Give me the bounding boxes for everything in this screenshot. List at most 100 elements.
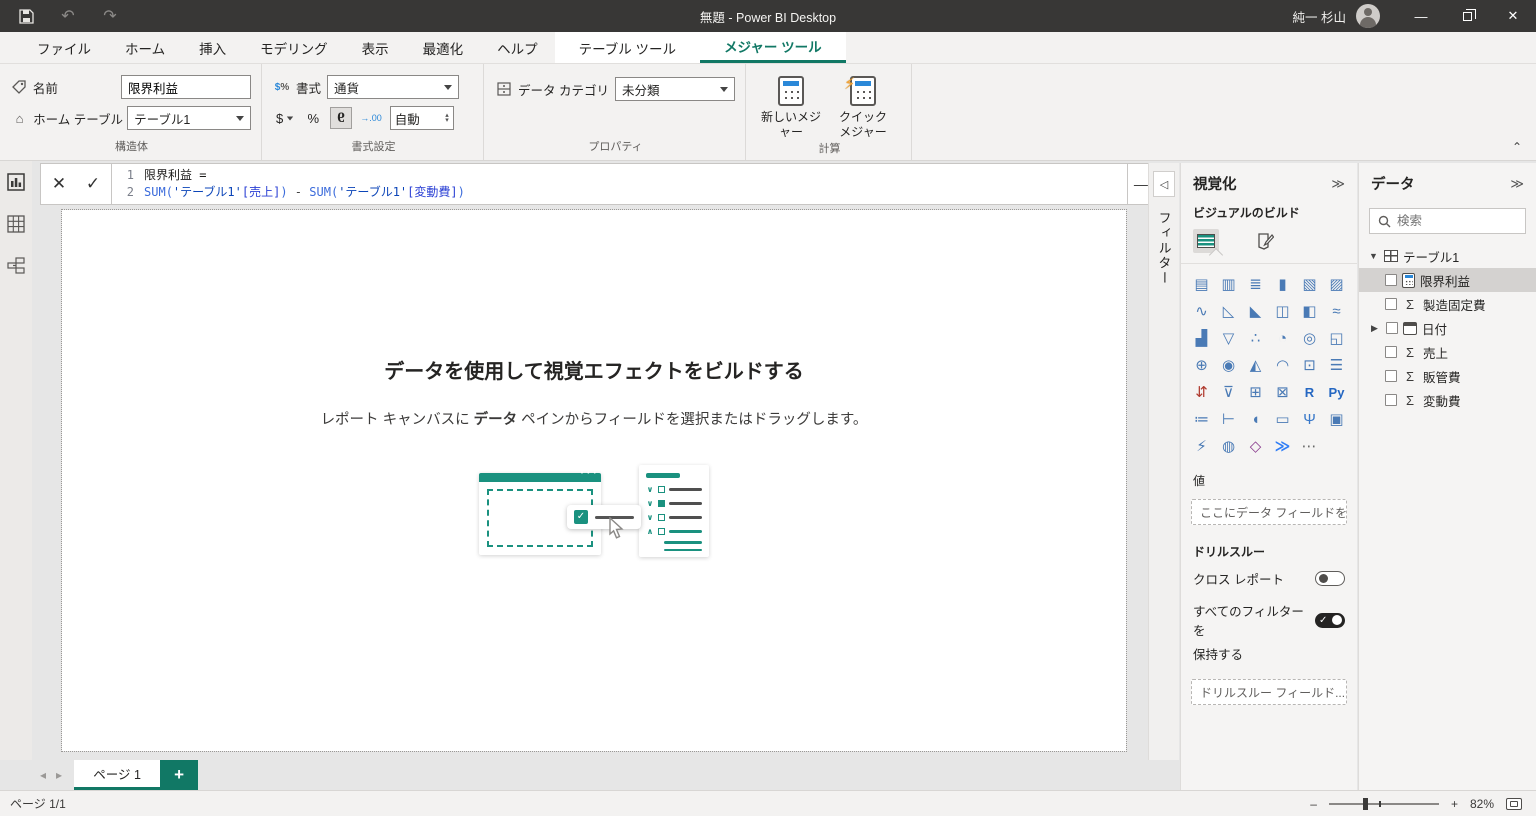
build-visual-tab[interactable] xyxy=(1193,229,1219,253)
search-input[interactable] xyxy=(1397,214,1517,228)
viz-icon-stacked-area-chart[interactable]: ◣ xyxy=(1243,299,1268,323)
viz-icon-paginated-report[interactable]: ▣ xyxy=(1324,407,1349,431)
filters-pane-label[interactable]: フィルター xyxy=(1155,211,1174,286)
viz-icon-smart-narrative[interactable]: ▭ xyxy=(1270,407,1295,431)
viz-icon-power-automate-visual[interactable]: ≫ xyxy=(1270,434,1295,458)
field-row-hizuke[interactable]: ▶ 日付 xyxy=(1359,316,1536,340)
percent-format-button[interactable]: % xyxy=(302,107,324,129)
save-icon[interactable] xyxy=(12,4,40,28)
table-node[interactable]: ▼ テーブル1 xyxy=(1359,244,1536,268)
viz-icon-stacked-column-chart[interactable]: ▥ xyxy=(1216,272,1241,296)
restore-button[interactable] xyxy=(1444,0,1490,32)
viz-icon-100-stacked-column-chart[interactable]: ▨ xyxy=(1324,272,1349,296)
tab-help[interactable]: ヘルプ xyxy=(480,32,555,63)
zoom-out-button[interactable]: – xyxy=(1310,797,1317,811)
spinner-arrows-icon[interactable]: ▴▾ xyxy=(445,113,449,123)
data-category-select[interactable]: 未分類 xyxy=(615,77,735,101)
viz-icon-funnel-chart[interactable]: ▽ xyxy=(1216,326,1241,350)
viz-icon-donut-chart[interactable]: ◎ xyxy=(1297,326,1322,350)
dax-editor[interactable]: 1 限界利益 = 2 SUM('テーブル1'[売上]) - SUM('テーブル1… xyxy=(112,163,1128,205)
viz-icon-line-clustered-column-chart[interactable]: ◧ xyxy=(1297,299,1322,323)
tab-measure-tools[interactable]: メジャー ツール xyxy=(700,32,846,63)
viz-icon-ribbon-chart[interactable]: ≈ xyxy=(1324,299,1349,323)
viz-icon-pie-chart[interactable]: ◔ xyxy=(1270,326,1295,350)
user-avatar[interactable] xyxy=(1356,4,1380,28)
tab-modeling[interactable]: モデリング xyxy=(243,32,345,63)
measure-name-input[interactable] xyxy=(121,75,251,99)
format-select[interactable]: 通貨 xyxy=(327,75,459,99)
viz-icon-card[interactable]: ⊡ xyxy=(1297,353,1322,377)
formula-bar-resize-icon[interactable]: — xyxy=(1134,176,1148,192)
viz-icon-map[interactable]: ⊕ xyxy=(1189,353,1214,377)
account-name[interactable]: 純一 杉山 xyxy=(1293,7,1346,26)
viz-icon-arcgis-map[interactable]: ◍ xyxy=(1216,434,1241,458)
field-row-genkairieki[interactable]: 限界利益 xyxy=(1359,268,1536,292)
viz-icon-matrix[interactable]: ⊠ xyxy=(1270,380,1295,404)
viz-icon-metrics[interactable]: Ψ xyxy=(1297,407,1322,431)
viz-icon-new-slicer[interactable]: ≔ xyxy=(1189,407,1214,431)
viz-icon-waterfall-chart[interactable]: ▟ xyxy=(1189,326,1214,350)
close-button[interactable]: ✕ xyxy=(1490,0,1536,32)
tab-optimize[interactable]: 最適化 xyxy=(406,32,481,63)
zoom-slider[interactable] xyxy=(1329,803,1439,805)
commit-formula-button[interactable]: ✓ xyxy=(81,174,105,194)
model-view-button[interactable] xyxy=(7,257,25,275)
undo-icon[interactable]: ↶ xyxy=(54,4,82,28)
viz-icon-line-chart[interactable]: ∿ xyxy=(1189,299,1214,323)
field-row-seizokoteihi[interactable]: Σ 製造固定費 xyxy=(1359,292,1536,316)
add-page-button[interactable]: + xyxy=(160,760,198,790)
viz-icon-gauge[interactable]: ◠ xyxy=(1270,353,1295,377)
tab-insert[interactable]: 挿入 xyxy=(182,32,243,63)
keep-all-filters-toggle[interactable]: ✓ xyxy=(1315,613,1345,628)
new-measure-button[interactable]: 新しいメジャー xyxy=(758,74,824,140)
decimal-places-icon[interactable]: →.00 xyxy=(358,107,384,129)
page-tab-1[interactable]: ページ 1 xyxy=(74,760,160,790)
viz-icon-filled-map[interactable]: ◉ xyxy=(1216,353,1241,377)
field-row-hankanhi[interactable]: Σ 販管費 xyxy=(1359,364,1536,388)
field-search-box[interactable] xyxy=(1369,208,1526,234)
collapse-visualizations-icon[interactable]: ≫ xyxy=(1331,176,1345,192)
minimize-button[interactable]: — xyxy=(1398,0,1444,32)
viz-icon-python-visual[interactable]: Py xyxy=(1324,380,1349,404)
viz-icon-scatter-chart[interactable]: ∴ xyxy=(1243,326,1268,350)
viz-icon-qa[interactable]: ◖ xyxy=(1243,407,1268,431)
report-view-button[interactable] xyxy=(7,173,25,191)
viz-icon-clustered-column-chart[interactable]: ▮ xyxy=(1270,272,1295,296)
redo-icon[interactable]: ↷ xyxy=(96,4,124,28)
zoom-slider-thumb[interactable] xyxy=(1363,798,1368,810)
field-checkbox[interactable] xyxy=(1385,274,1397,286)
viz-icon-kpi[interactable]: ⇵ xyxy=(1189,380,1214,404)
viz-icon-100-stacked-bar-chart[interactable]: ▧ xyxy=(1297,272,1322,296)
table-view-button[interactable] xyxy=(7,215,25,233)
collapse-ribbon-icon[interactable]: ⌃ xyxy=(1512,140,1522,154)
viz-icon-line-stacked-column-chart[interactable]: ◫ xyxy=(1270,299,1295,323)
tab-table-tools[interactable]: テーブル ツール xyxy=(555,32,700,63)
field-checkbox[interactable] xyxy=(1385,394,1397,406)
expand-filters-icon[interactable]: ◁ xyxy=(1153,171,1175,197)
viz-icon-r-script-visual[interactable]: R xyxy=(1297,380,1322,404)
tab-view[interactable]: 表示 xyxy=(345,32,406,63)
viz-icon-power-apps-visual[interactable]: ◇ xyxy=(1243,434,1268,458)
home-table-select[interactable]: テーブル1 xyxy=(127,106,251,130)
viz-icon-area-chart[interactable]: ◺ xyxy=(1216,299,1241,323)
tab-file[interactable]: ファイル xyxy=(20,32,108,63)
fit-to-page-icon[interactable] xyxy=(1506,798,1522,810)
zoom-in-button[interactable]: + xyxy=(1451,797,1458,811)
field-row-hendohi[interactable]: Σ 変動費 xyxy=(1359,388,1536,412)
viz-icon-decomposition-tree[interactable]: ⊢ xyxy=(1216,407,1241,431)
thousands-separator-button[interactable]: 9 xyxy=(330,107,352,129)
collapse-data-pane-icon[interactable]: ≫ xyxy=(1510,176,1524,192)
field-checkbox[interactable] xyxy=(1386,322,1398,334)
field-checkbox[interactable] xyxy=(1385,298,1397,310)
viz-icon-clustered-bar-chart[interactable]: ≣ xyxy=(1243,272,1268,296)
decimal-places-spinner[interactable]: 自動 ▴▾ xyxy=(390,106,454,130)
chevron-expanded-icon[interactable]: ▼ xyxy=(1369,251,1379,261)
values-field-well[interactable]: ここにデータ フィールドを... xyxy=(1191,499,1347,525)
cross-report-toggle[interactable] xyxy=(1315,571,1345,586)
viz-icon-slicer[interactable]: ⊽ xyxy=(1216,380,1241,404)
viz-icon-azure-map[interactable]: ◭ xyxy=(1243,353,1268,377)
viz-icon-treemap[interactable]: ◱ xyxy=(1324,326,1349,350)
currency-format-button[interactable]: $ xyxy=(274,107,296,129)
field-checkbox[interactable] xyxy=(1385,370,1397,382)
viz-icon-new-card[interactable]: ⚡ xyxy=(1189,434,1214,458)
